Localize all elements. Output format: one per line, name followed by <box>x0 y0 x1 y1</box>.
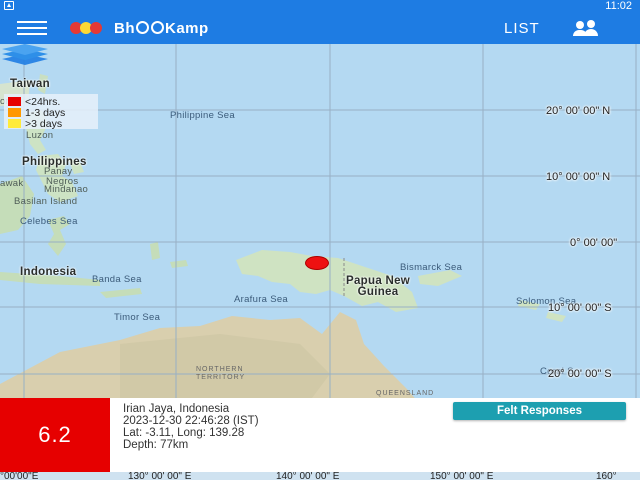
map-label-indonesia: Indonesia <box>20 266 77 278</box>
quake-coords: Lat: -3.11, Long: 139.28 <box>123 427 245 439</box>
app-logo: Bh Kamp <box>70 18 209 38</box>
map-label-philippine-sea: Philippine Sea <box>170 110 235 121</box>
lat-label-10s: 10° 00' 00" S <box>548 302 612 314</box>
quake-details: Irian Jaya, Indonesia 2023-12-30 22:46:2… <box>123 403 259 451</box>
layers-icon[interactable] <box>0 44 50 66</box>
list-button[interactable]: LIST <box>504 20 540 37</box>
map-label-mindanao: Mindanao <box>44 184 89 195</box>
lon-label-120e: °00'00"E <box>0 472 39 480</box>
hamburger-menu-icon[interactable] <box>17 21 47 35</box>
globe-icon <box>136 20 149 34</box>
map-label-queensland: QUEENSLAND <box>376 390 435 397</box>
users-icon[interactable] <box>572 18 600 38</box>
lat-label-0: 0° 00' 00" <box>570 237 618 249</box>
legend-swatch-3d <box>8 119 21 128</box>
magnitude-box: 6.2 <box>0 398 110 472</box>
map-label-papua-new-guinea: Papua New Guinea <box>346 275 411 298</box>
lat-label-10n: 10° 00' 00" N <box>546 171 611 183</box>
legend-row-3d: >3 days <box>8 117 94 130</box>
legend-row-1-3d: 1-3 days <box>8 107 94 119</box>
quake-location: Irian Jaya, Indonesia <box>123 403 230 415</box>
alert-icon <box>4 1 14 10</box>
map-label-luzon: Luzon <box>26 130 54 141</box>
map-label-bismarck-sea: Bismarck Sea <box>400 262 463 273</box>
map-label-territory: TERRITORY <box>196 374 246 381</box>
map-label-basilan: Basilan Island <box>14 196 78 207</box>
lon-label-160e: 160° <box>596 472 617 480</box>
status-bar: 11:02 <box>0 0 640 12</box>
map-label-celebes-sea: Celebes Sea <box>20 216 78 227</box>
lat-label-20n: 20° 00' 00" N <box>546 105 611 117</box>
map-label-banda-sea: Banda Sea <box>92 274 142 285</box>
quake-depth: Depth: 77km <box>123 439 189 451</box>
legend-label-3d: >3 days <box>25 117 63 130</box>
logo-mark-icon <box>70 21 106 35</box>
lon-label-140e: 140° 00' 00" E <box>276 472 340 480</box>
magnitude-value: 6.2 <box>38 422 72 447</box>
earthquake-marker[interactable] <box>305 256 329 270</box>
legend-swatch-1-3d <box>8 108 21 117</box>
map-label-arafura-sea: Arafura Sea <box>234 294 288 305</box>
map-label-northern: NORTHERN <box>196 366 244 373</box>
app-bar: Bh Kamp LIST <box>0 12 640 44</box>
lat-label-20s: 20° 00' 00" S <box>548 368 612 380</box>
legend-swatch-24h <box>8 97 21 106</box>
map-legend: <24hrs. 1-3 days >3 days <box>4 94 98 130</box>
legend-row-24h: <24hrs. <box>8 96 94 108</box>
status-time: 11:02 <box>605 0 632 12</box>
map-label-timor-sea: Timor Sea <box>114 312 161 323</box>
map-label-taiwan: Taiwan <box>10 78 50 90</box>
longitude-axis: °00'00"E 130° 00' 00" E 140° 00' 00" E 1… <box>0 472 640 480</box>
felt-responses-button[interactable]: Felt Responses <box>453 402 626 420</box>
lon-label-150e: 150° 00' 00" E <box>430 472 494 480</box>
quake-info-panel: 6.2 Irian Jaya, Indonesia 2023-12-30 22:… <box>0 398 640 472</box>
globe-icon-2 <box>151 20 164 34</box>
lon-label-130e: 130° 00' 00" E <box>128 472 192 480</box>
logo-text: Bh Kamp <box>114 19 209 37</box>
quake-datetime: 2023-12-30 22:46:28 (IST) <box>123 415 259 427</box>
map-label-sarawak: awak <box>0 178 24 189</box>
